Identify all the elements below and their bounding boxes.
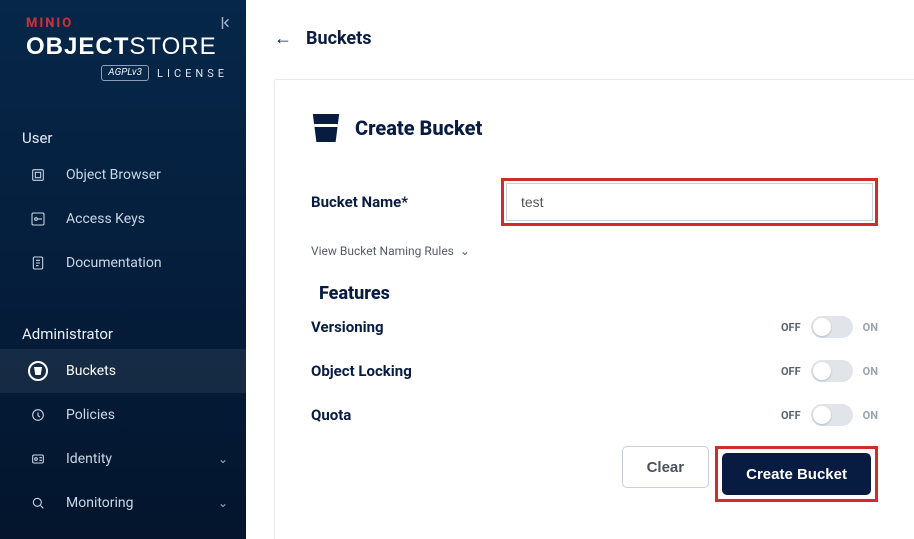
feature-row-quota: Quota OFF ON xyxy=(311,392,878,436)
toggle-off-label: OFF xyxy=(781,365,801,378)
minio-logo: MINIO xyxy=(26,16,228,31)
breadcrumb[interactable]: Buckets xyxy=(306,28,371,49)
nav-item-object-browser[interactable]: Object Browser xyxy=(0,153,246,197)
bucket-name-highlight xyxy=(501,178,878,226)
nav-item-label: Identity xyxy=(66,451,112,467)
panel-title-row: Create Bucket xyxy=(311,114,878,142)
back-arrow-icon[interactable]: ← xyxy=(274,30,292,48)
feature-label: Versioning xyxy=(311,318,384,336)
feature-label: Quota xyxy=(311,406,351,424)
identity-icon xyxy=(28,449,48,469)
view-naming-rules-link[interactable]: View Bucket Naming Rules ⌄ xyxy=(311,244,470,258)
nav-section-admin: Administrator Buckets Policies Identity … xyxy=(0,319,246,525)
object-store-title: OBJECTSTORE xyxy=(26,33,228,61)
bucket-name-input[interactable] xyxy=(506,183,873,221)
form-actions: Clear Create Bucket xyxy=(311,446,878,502)
docs-icon xyxy=(28,253,48,273)
license-text: LICENSE xyxy=(157,67,228,80)
object-locking-toggle[interactable] xyxy=(811,360,853,382)
bucket-name-label: Bucket Name* xyxy=(311,193,441,211)
bucket-icon xyxy=(311,114,341,142)
license-row: AGPLv3 LICENSE xyxy=(26,65,228,81)
toggle-on-label: ON xyxy=(863,321,878,334)
policy-icon xyxy=(28,405,48,425)
toggle-off-label: OFF xyxy=(781,321,801,334)
object-browser-icon xyxy=(28,165,48,185)
create-bucket-button[interactable]: Create Bucket xyxy=(722,453,871,495)
branding-block: MINIO OBJECTSTORE AGPLv3 LICENSE xyxy=(0,0,246,89)
nav-item-label: Access Keys xyxy=(66,211,145,227)
bucket-icon xyxy=(28,361,48,381)
nav-item-identity[interactable]: Identity ⌄ xyxy=(0,437,246,481)
bucket-name-row: Bucket Name* xyxy=(311,178,878,226)
toggle-on-label: ON xyxy=(863,365,878,378)
nav-item-label: Policies xyxy=(66,407,115,423)
keys-icon xyxy=(28,209,48,229)
create-bucket-panel: Create Bucket Bucket Name* View Bucket N… xyxy=(274,79,914,539)
nav-item-label: Monitoring xyxy=(66,495,134,511)
main-content: ← Buckets Create Bucket Bucket Name* Vie… xyxy=(246,0,914,539)
naming-rules-label: View Bucket Naming Rules xyxy=(311,244,454,258)
clear-button[interactable]: Clear xyxy=(622,446,710,488)
chevron-down-icon: ⌄ xyxy=(460,244,470,258)
toggle-on-label: ON xyxy=(863,409,878,422)
panel-title: Create Bucket xyxy=(355,116,482,140)
create-button-highlight: Create Bucket xyxy=(715,446,878,502)
nav-item-label: Object Browser xyxy=(66,167,161,183)
feature-row-versioning: Versioning OFF ON xyxy=(311,304,878,348)
topbar: ← Buckets xyxy=(246,0,914,79)
nav-item-access-keys[interactable]: Access Keys xyxy=(0,197,246,241)
features-heading: Features xyxy=(311,283,878,304)
toggle-off-label: OFF xyxy=(781,409,801,422)
nav-heading-user: User xyxy=(0,123,246,153)
nav-heading-admin: Administrator xyxy=(0,319,246,349)
monitoring-icon xyxy=(28,493,48,513)
nav-item-buckets[interactable]: Buckets xyxy=(0,349,246,393)
chevron-down-icon: ⌄ xyxy=(218,496,228,510)
quota-toggle[interactable] xyxy=(811,404,853,426)
nav-item-monitoring[interactable]: Monitoring ⌄ xyxy=(0,481,246,525)
chevron-down-icon: ⌄ xyxy=(218,452,228,466)
nav-item-label: Documentation xyxy=(66,255,162,271)
agpl-badge: AGPLv3 xyxy=(101,65,149,81)
sidebar-collapse-icon[interactable] xyxy=(218,14,236,37)
sidebar: MINIO OBJECTSTORE AGPLv3 LICENSE User Ob… xyxy=(0,0,246,539)
nav-item-policies[interactable]: Policies xyxy=(0,393,246,437)
nav-item-label: Buckets xyxy=(66,363,116,379)
nav-item-documentation[interactable]: Documentation xyxy=(0,241,246,285)
feature-row-object-locking: Object Locking OFF ON xyxy=(311,348,878,392)
versioning-toggle[interactable] xyxy=(811,316,853,338)
nav-section-user: User Object Browser Access Keys Document… xyxy=(0,123,246,285)
feature-label: Object Locking xyxy=(311,362,412,380)
